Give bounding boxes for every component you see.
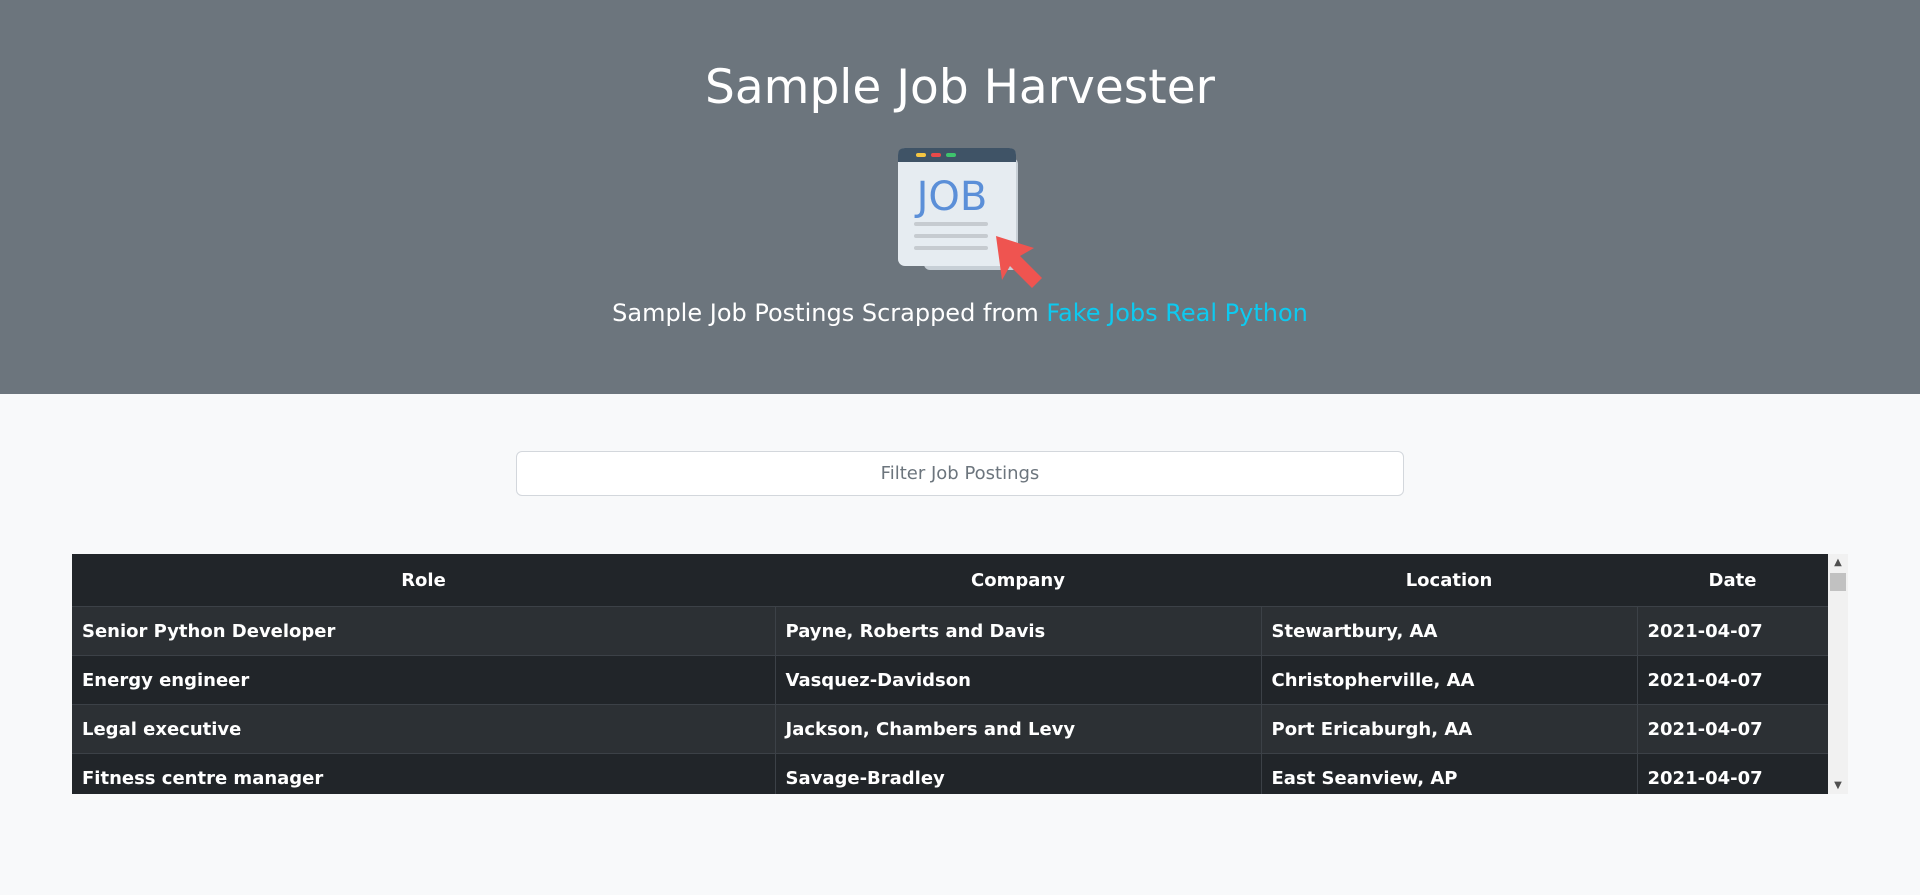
- scroll-up-icon[interactable]: ▲: [1828, 554, 1848, 571]
- cell-company: Vasquez-Davidson: [775, 655, 1262, 705]
- cell-location: East Seanview, AP: [1261, 753, 1638, 794]
- cell-date: 2021-04-07: [1637, 704, 1828, 754]
- hero-subtitle: Sample Job Postings Scrapped from Fake J…: [0, 296, 1920, 330]
- cell-role: Energy engineer: [72, 655, 776, 705]
- column-header-date[interactable]: Date: [1637, 554, 1828, 607]
- scroll-down-icon[interactable]: ▼: [1828, 777, 1848, 794]
- cell-date: 2021-04-07: [1637, 753, 1828, 794]
- job-table: Role Company Location Date Senior Python…: [72, 554, 1828, 794]
- svg-text:JOB: JOB: [914, 174, 988, 220]
- table-row[interactable]: Legal executive Jackson, Chambers and Le…: [72, 704, 1828, 754]
- fake-jobs-link[interactable]: Fake Jobs Real Python: [1046, 299, 1307, 327]
- filter-container: [516, 451, 1404, 496]
- column-header-company[interactable]: Company: [775, 554, 1261, 607]
- page-title: Sample Job Harvester: [705, 60, 1215, 115]
- table-row[interactable]: Fitness centre manager Savage-Bradley Ea…: [72, 753, 1828, 794]
- cell-role: Senior Python Developer: [72, 606, 776, 656]
- cell-company: Payne, Roberts and Davis: [775, 606, 1262, 656]
- table-scrollbar[interactable]: ▲ ▼: [1828, 554, 1848, 794]
- job-table-container: Role Company Location Date Senior Python…: [72, 554, 1848, 794]
- hero-header: Sample Job Harvester JOB Sample Job Post…: [0, 0, 1920, 394]
- cell-role: Legal executive: [72, 704, 776, 754]
- cell-role: Fitness centre manager: [72, 753, 776, 794]
- scroll-thumb[interactable]: [1830, 573, 1846, 591]
- table-row[interactable]: Senior Python Developer Payne, Roberts a…: [72, 606, 1828, 656]
- job-posting-icon: JOB: [898, 148, 1042, 288]
- cell-company: Savage-Bradley: [775, 753, 1262, 794]
- cell-date: 2021-04-07: [1637, 655, 1828, 705]
- table-row[interactable]: Energy engineer Vasquez-Davidson Christo…: [72, 655, 1828, 705]
- cell-company: Jackson, Chambers and Levy: [775, 704, 1262, 754]
- column-header-location[interactable]: Location: [1261, 554, 1637, 607]
- filter-input[interactable]: [516, 451, 1404, 496]
- column-header-role[interactable]: Role: [72, 554, 775, 607]
- subtitle-text: Sample Job Postings Scrapped from: [612, 299, 1039, 327]
- cell-location: Christopherville, AA: [1261, 655, 1638, 705]
- table-header-row: Role Company Location Date: [72, 554, 1828, 607]
- cell-location: Stewartbury, AA: [1261, 606, 1638, 656]
- cell-date: 2021-04-07: [1637, 606, 1828, 656]
- cell-location: Port Ericaburgh, AA: [1261, 704, 1638, 754]
